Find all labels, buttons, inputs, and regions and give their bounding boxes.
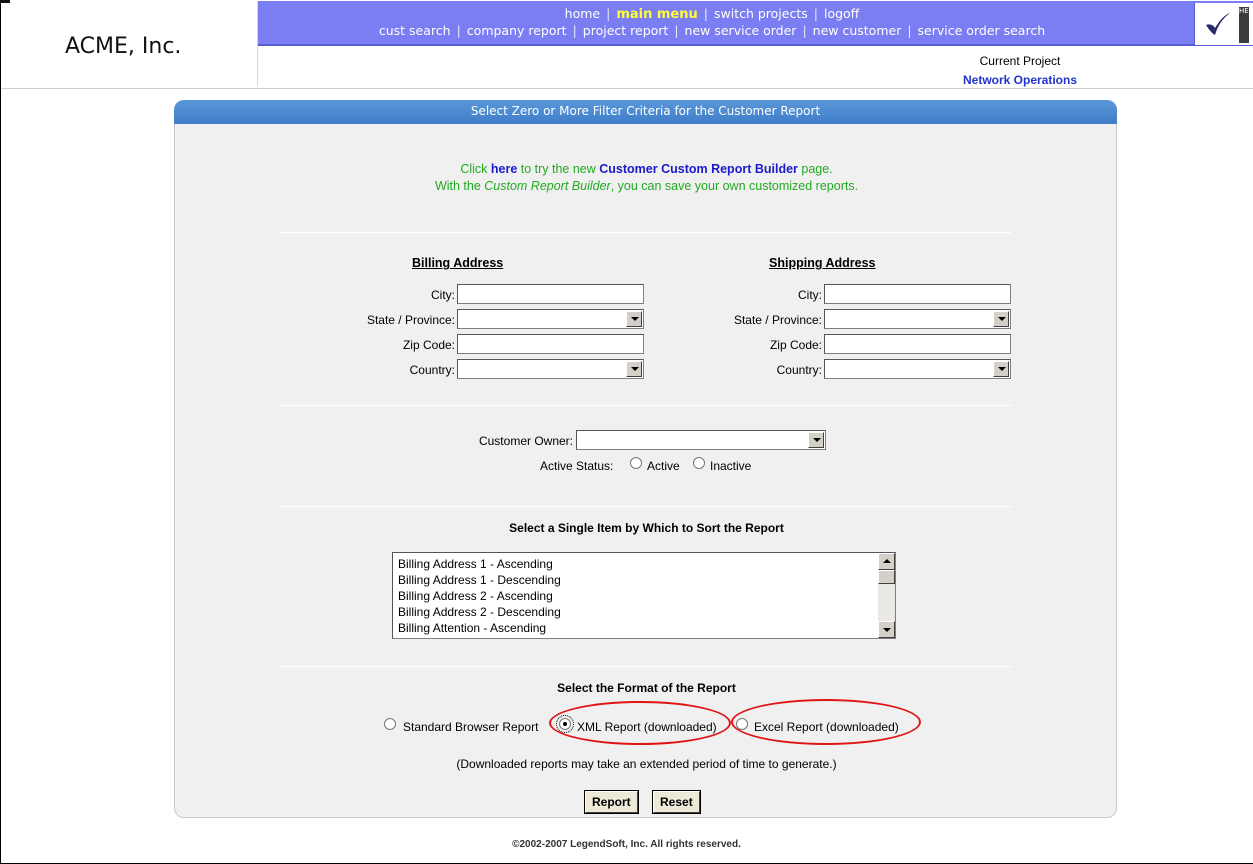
nav-project-report[interactable]: project report (583, 23, 669, 38)
scroll-up-icon[interactable] (878, 553, 895, 570)
nav-main-menu[interactable]: main menu (616, 7, 697, 22)
nav-new-service-order[interactable]: new service order (685, 23, 797, 38)
reset-button[interactable]: Reset (652, 790, 701, 814)
standard-report-label: Standard Browser Report (403, 720, 539, 734)
excel-report-label: Excel Report (downloaded) (754, 720, 899, 734)
chevron-down-icon[interactable] (808, 432, 824, 448)
nav-cust-search[interactable]: cust search (379, 23, 451, 38)
scroll-thumb[interactable] (878, 570, 895, 584)
format-heading: Select the Format of the Report (557, 681, 736, 695)
copyright-footer: ©2002-2007 LegendSoft, Inc. All rights r… (512, 839, 741, 850)
xml-report-radio[interactable] (556, 715, 574, 733)
billing-city-input[interactable] (457, 284, 644, 304)
excel-report-radio[interactable] (736, 718, 748, 730)
nav-company-report[interactable]: company report (467, 23, 567, 38)
list-item[interactable]: Billing Address 1 - Descending (398, 572, 561, 588)
list-item[interactable]: Billing Attention - Ascending (398, 620, 561, 636)
section-divider (279, 232, 1011, 233)
shipping-address-heading: Shipping Address (769, 256, 876, 270)
nav-home[interactable]: home (565, 6, 600, 21)
chevron-down-icon[interactable] (993, 361, 1009, 377)
chevron-down-icon[interactable] (626, 361, 642, 377)
chevron-down-icon[interactable] (626, 311, 642, 327)
header-divider (1, 88, 1253, 89)
company-name: ACME, Inc. (65, 34, 182, 59)
top-navigation: home | main menu | switch projects | logoff cu… (258, 1, 1253, 46)
filter-panel: Select Zero or More Filter Criteria for … (174, 100, 1117, 818)
scroll-down-icon[interactable] (878, 621, 895, 638)
billing-country-label: Country: (409, 363, 455, 377)
customer-owner-label: Customer Owner: (478, 434, 573, 448)
inactive-radio[interactable] (693, 457, 705, 469)
sort-scrollbar[interactable] (878, 553, 895, 638)
shipping-zip-label: Zip Code: (769, 338, 822, 352)
nav-new-customer[interactable]: new customer (813, 23, 902, 38)
customer-owner-select[interactable] (576, 430, 826, 450)
billing-state-select[interactable] (457, 309, 644, 329)
panel-title: Select Zero or More Filter Criteria for … (174, 100, 1117, 124)
report-button[interactable]: Report (584, 790, 639, 814)
section-divider (279, 405, 1011, 406)
here-link[interactable]: here (491, 162, 517, 176)
billing-city-label: City: (431, 288, 455, 302)
list-item[interactable]: Billing Address 2 - Descending (398, 604, 561, 620)
help-label: HELP (1239, 7, 1253, 43)
current-project-label: Current Project (979, 54, 1061, 68)
active-status-label: Active Status: (540, 459, 614, 473)
nav-row-2: cust search | company report | project repor… (378, 23, 1046, 38)
billing-state-label: State / Province: (366, 313, 455, 327)
shipping-zip-input[interactable] (824, 334, 1011, 354)
inactive-radio-label: Inactive (710, 459, 752, 473)
nav-service-order-search[interactable]: service order search (918, 23, 1046, 38)
sort-heading: Select a Single Item by Which to Sort th… (509, 521, 784, 535)
active-radio[interactable] (630, 457, 642, 469)
sort-listbox[interactable]: Billing Address 1 - Ascending Billing Ad… (392, 552, 896, 639)
nav-switch-projects[interactable]: switch projects (714, 6, 808, 21)
shipping-country-label: Country: (776, 363, 822, 377)
list-item[interactable]: Billing Address 1 - Ascending (398, 556, 561, 572)
current-project: Current Project Network Operations (900, 52, 1140, 90)
list-item[interactable]: Billing Address 2 - Ascending (398, 588, 561, 604)
custom-report-builder-link[interactable]: Customer Custom Report Builder (599, 162, 798, 176)
help-button[interactable]: HELP (1194, 3, 1253, 45)
billing-address-heading: Billing Address (412, 256, 504, 270)
chevron-down-icon[interactable] (993, 311, 1009, 327)
nav-row-1: home | main menu | switch projects | logoff (564, 6, 860, 22)
active-radio-label: Active (647, 459, 680, 473)
section-divider (279, 666, 1011, 667)
checkmark-logo-icon (1206, 13, 1230, 35)
shipping-country-select[interactable] (824, 359, 1011, 379)
shipping-city-label: City: (798, 288, 822, 302)
shipping-city-input[interactable] (824, 284, 1011, 304)
nav-logoff[interactable]: logoff (824, 6, 859, 21)
shipping-state-select[interactable] (824, 309, 1011, 329)
billing-country-select[interactable] (457, 359, 644, 379)
shipping-state-label: State / Province: (733, 313, 822, 327)
xml-report-label: XML Report (downloaded) (577, 720, 717, 734)
company-logo-area: ACME, Inc. (1, 1, 258, 87)
format-note: (Downloaded reports may take an extended… (456, 757, 837, 771)
standard-report-radio[interactable] (384, 718, 396, 730)
report-builder-promo: Click here to try the new Customer Custo… (434, 162, 859, 193)
billing-zip-label: Zip Code: (402, 338, 455, 352)
billing-zip-input[interactable] (457, 334, 644, 354)
section-divider (279, 506, 1011, 507)
